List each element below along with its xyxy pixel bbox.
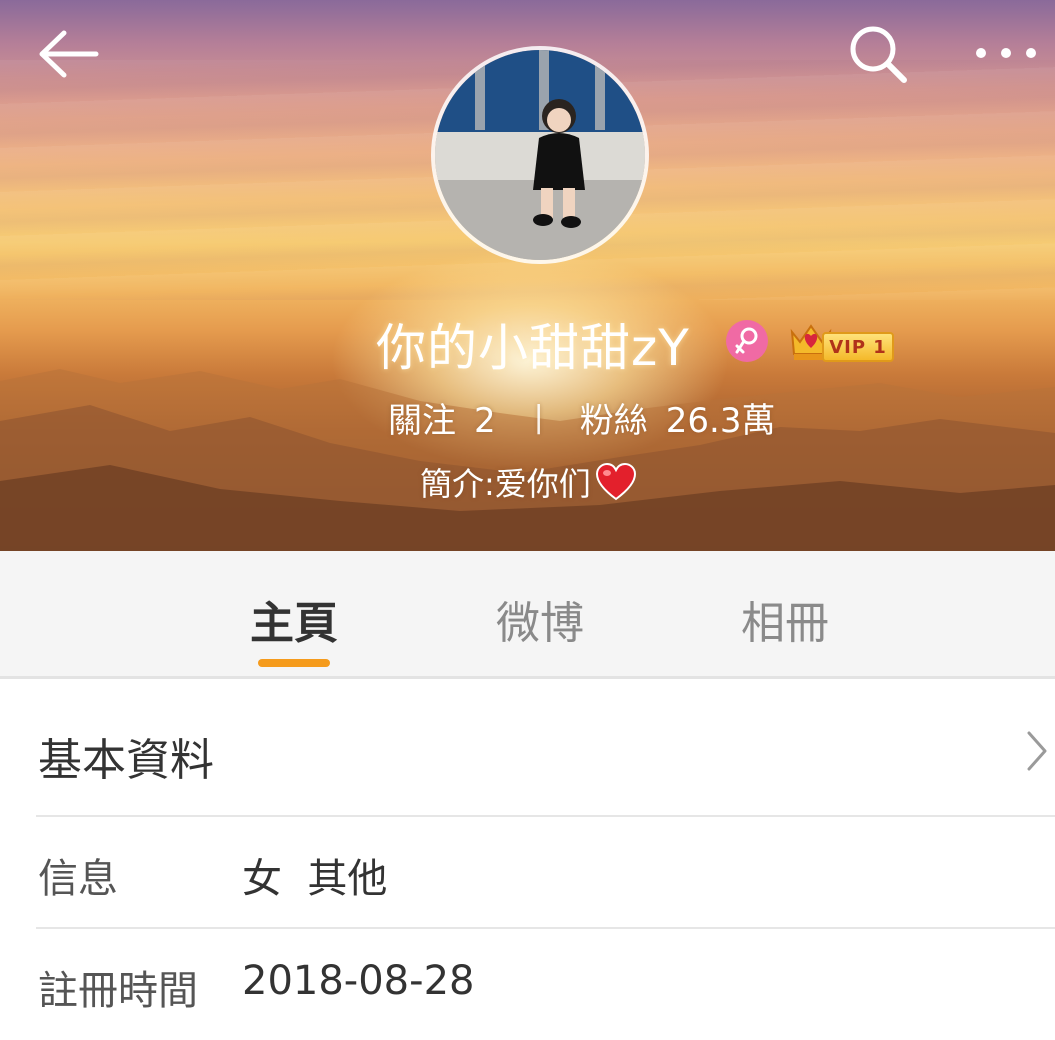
info-label: 信息 [38,856,118,902]
heart-icon [595,462,636,501]
followers-stat[interactable]: 粉絲 26.3萬 [580,393,776,442]
avatar-photo [435,50,645,260]
tab-weibo[interactable]: 微博 [496,587,584,651]
vip-badge[interactable]: VIP 1 [788,320,896,364]
info-label: 註冊時間 [38,968,198,1014]
back-arrow-icon [39,30,99,78]
profile-tabs: 主頁 微博 相冊 [0,551,1055,679]
mountain-silhouette [0,369,1055,551]
following-stat[interactable]: 關注 2 [388,393,496,442]
profile-stats: 關注 2 | 粉絲 26.3萬 [388,392,775,442]
info-row-register-date: 註冊時間 2018-08-28 [0,930,1055,1040]
chevron-right-icon [1027,731,1047,771]
tab-album[interactable]: 相冊 [741,587,829,651]
active-tab-indicator [258,659,330,667]
following-count: 2 [474,400,496,441]
info-value: 女 其他 [242,856,388,902]
back-button[interactable] [30,22,106,86]
info-row-profile: 信息 女 其他 [0,818,1055,928]
followers-count: 26.3萬 [665,400,776,441]
basic-info-header[interactable]: 基本資料 [0,688,1055,816]
avatar[interactable] [431,46,649,264]
basic-info-title: 基本資料 [38,735,214,786]
female-icon [726,320,768,362]
vip-level-label: VIP 1 [822,332,894,362]
profile-header-banner: 你的小甜甜zY VIP 1 關注 2 | 粉絲 26.3萬 簡介:爱你们 [0,0,1055,551]
profile-name-row: 你的小甜甜zY VIP 1 [0,306,1055,377]
tab-home[interactable]: 主頁 [250,587,338,651]
divider [36,927,1055,929]
followers-label: 粉絲 [579,400,648,441]
more-dots-icon [976,48,1036,58]
following-label: 關注 [388,400,456,441]
profile-bio: 簡介:爱你们 [420,458,637,506]
stat-separator: | [533,399,544,435]
more-button[interactable] [968,28,1044,78]
search-icon [850,26,907,83]
username: 你的小甜甜zY [376,319,690,377]
bio-text: 簡介:爱你们 [420,465,591,503]
register-date-value: 2018-08-28 [242,958,475,1004]
search-button[interactable] [840,20,916,88]
divider [36,815,1055,817]
